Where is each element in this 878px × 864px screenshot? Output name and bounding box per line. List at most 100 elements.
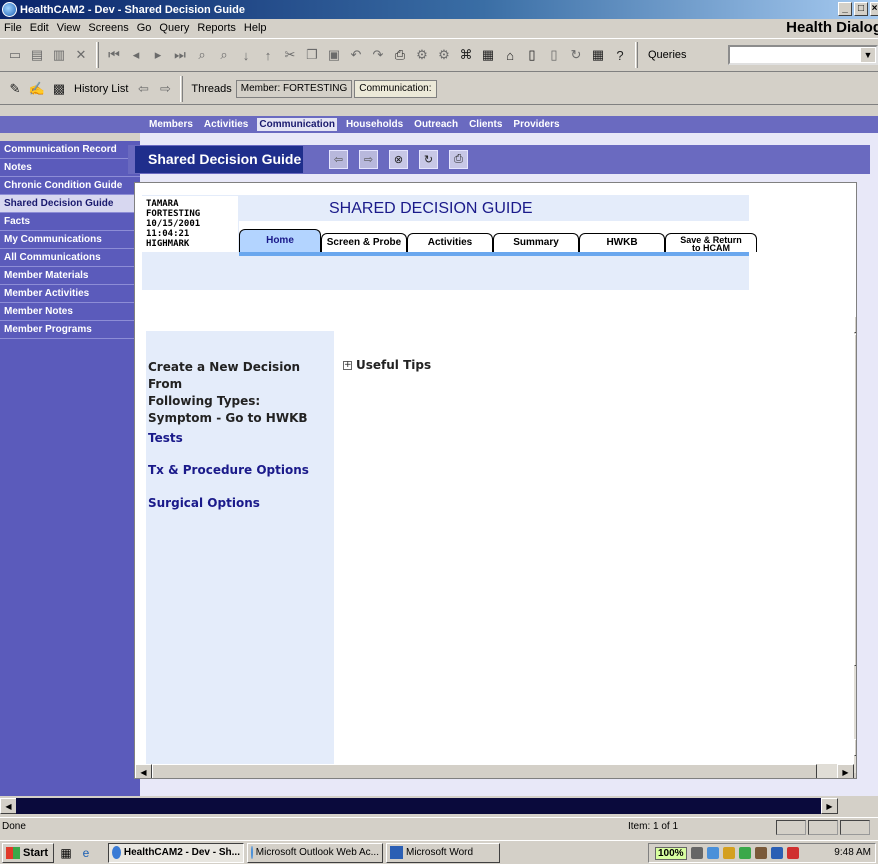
sidebar-item-member-materials[interactable]: Member Materials [0,267,140,285]
member-icon[interactable]: ▦ [479,46,497,64]
nav-clients[interactable]: Clients [467,118,504,131]
nav-communication[interactable]: Communication [257,118,337,131]
scroll-right-icon[interactable]: ▶ [837,764,854,778]
close-button[interactable]: × [870,2,878,16]
horizontal-scroll-thumb[interactable] [152,764,817,778]
back-arrow-icon[interactable]: ⇦ [329,150,348,169]
menu-screens[interactable]: Screens [84,22,132,34]
find-icon[interactable]: ⌕ [193,46,211,64]
history-forward-icon[interactable]: ⇨ [156,80,174,98]
print-icon[interactable]: ⎙ [391,46,409,64]
chart-icon[interactable]: ▩ [50,80,68,98]
symptom-link[interactable]: Symptom - Go to HWKB [148,410,334,427]
cut-icon[interactable]: ✂ [281,46,299,64]
refresh-icon[interactable]: ↻ [567,46,585,64]
zoom-badge[interactable]: 100% [655,846,687,860]
sidebar-item-chronic-condition-guide[interactable]: Chronic Condition Guide [0,177,140,195]
help-pointer-icon[interactable]: ? [611,46,629,64]
clipboard-icon[interactable]: ▯ [545,46,563,64]
edit-note-icon[interactable]: ✍ [28,80,46,98]
task-word[interactable]: Microsoft Word [386,842,500,863]
window-scroll-left-icon[interactable]: ◀ [0,798,17,814]
scroll-down-icon[interactable]: ▼ [854,739,856,756]
history-back-icon[interactable]: ⇦ [134,80,152,98]
expand-icon[interactable]: + [343,360,352,370]
tab-summary[interactable]: Summary [493,233,579,252]
next-record-icon[interactable]: ▸ [149,46,167,64]
refresh-icon[interactable]: ↻ [419,150,438,169]
delete-icon[interactable]: ✕ [72,46,90,64]
queries-dropdown[interactable]: ▼ [728,45,878,65]
note-icon[interactable]: ✎ [6,80,24,98]
sidebar-item-member-programs[interactable]: Member Programs [0,321,140,339]
sidebar-item-member-activities[interactable]: Member Activities [0,285,140,303]
menu-go[interactable]: Go [133,22,156,34]
scroll-up-icon[interactable]: ▲ [854,316,856,333]
find-next-icon[interactable]: ⌕ [215,46,233,64]
menu-help[interactable]: Help [240,22,271,34]
sidebar-item-all-communications[interactable]: All Communications [0,249,140,267]
sidebar-item-facts[interactable]: Facts [0,213,140,231]
internet-explorer-icon[interactable]: e [78,845,94,861]
chevron-down-icon[interactable]: ▼ [861,48,875,62]
menu-view[interactable]: View [53,22,85,34]
nav-providers[interactable]: Providers [511,118,561,131]
paste-icon[interactable]: ▣ [325,46,343,64]
nav-members[interactable]: Members [147,118,195,131]
tests-link[interactable]: Tests [148,431,183,445]
printer-icon[interactable] [754,847,767,859]
tx-procedure-options-link[interactable]: Tx & Procedure Options [148,463,309,477]
window-horizontal-scrollbar[interactable]: ◀ ▶ [0,797,878,815]
start-button[interactable]: Start [2,842,54,863]
network-icon[interactable] [690,847,703,859]
messenger-icon[interactable] [770,847,783,859]
calculator-icon[interactable]: ▦ [589,46,607,64]
edit-record-icon[interactable]: ▥ [50,46,68,64]
vertical-scrollbar[interactable]: ▲ ▼ [854,316,856,773]
window-scroll-track[interactable] [16,798,821,814]
tab-hwkb[interactable]: HWKB [579,233,665,252]
nav-activities[interactable]: Activities [202,118,250,131]
menu-reports[interactable]: Reports [193,22,240,34]
show-desktop-icon[interactable]: ▦ [58,845,74,861]
sidebar-item-shared-decision-guide[interactable]: Shared Decision Guide [0,195,140,213]
scroll-thumb[interactable] [854,334,856,666]
copy-record-icon[interactable]: ▤ [28,46,46,64]
menu-query[interactable]: Query [155,22,193,34]
forward-arrow-icon[interactable]: ⇨ [359,150,378,169]
settings-icon[interactable]: ⚙ [413,46,431,64]
undo-icon[interactable]: ↶ [347,46,365,64]
menu-file[interactable]: File [0,22,26,34]
thread-member-crumb[interactable]: Member: FORTESTING [235,79,353,98]
task-outlook[interactable]: Microsoft Outlook Web Ac... [247,842,383,863]
tab-screen-probe[interactable]: Screen & Probe [321,233,407,252]
document-icon[interactable]: ▯ [523,46,541,64]
security-icon[interactable] [722,847,735,859]
surgical-options-link[interactable]: Surgical Options [148,496,260,510]
horizontal-scrollbar[interactable]: ◀ ▶ [135,764,854,778]
minimize-button[interactable]: _ [838,2,852,16]
sidebar-item-my-communications[interactable]: My Communications [0,231,140,249]
useful-tips[interactable]: + Useful Tips [343,358,431,372]
household-icon[interactable]: ⌂ [501,46,519,64]
thread-communication-crumb[interactable]: Communication: [354,79,437,98]
sort-descending-icon[interactable]: ↑ [259,46,277,64]
stop-icon[interactable]: ⊗ [389,150,408,169]
nav-outreach[interactable]: Outreach [412,118,460,131]
task-healthcam2[interactable]: HealthCAM2 - Dev - Sh... [108,842,244,863]
binoculars-icon[interactable]: ⌘ [457,46,475,64]
menu-edit[interactable]: Edit [26,22,53,34]
sort-ascending-icon[interactable]: ↓ [237,46,255,64]
prev-record-icon[interactable]: ◂ [127,46,145,64]
tab-activities[interactable]: Activities [407,233,493,252]
new-record-icon[interactable]: ▭ [6,46,24,64]
sync-icon[interactable] [706,847,719,859]
nav-households[interactable]: Households [344,118,405,131]
window-scroll-right-icon[interactable]: ▶ [821,798,838,814]
tab-save-return[interactable]: Save & Return to HCAM [665,233,757,253]
print-icon[interactable]: ⎙ [449,150,468,169]
history-list-label[interactable]: History List [74,83,128,95]
antivirus-icon[interactable] [786,847,799,859]
first-record-icon[interactable]: ⏮ [105,46,123,64]
last-record-icon[interactable]: ⏭ [171,46,189,64]
